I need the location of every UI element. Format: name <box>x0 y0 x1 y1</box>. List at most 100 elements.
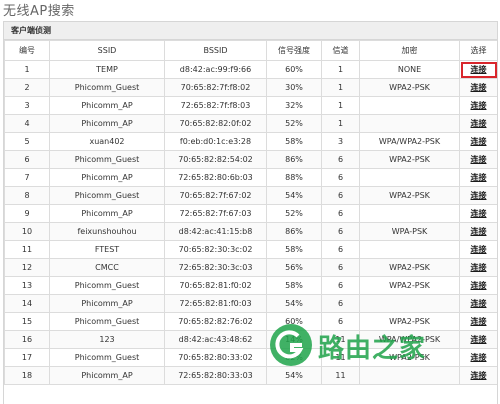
table-row: 7 Phicomm_AP 72:65:82:80:6b:03 88% 6 连接 <box>4 168 497 187</box>
row-number: 13 <box>4 276 50 295</box>
row-signal: 58% <box>266 240 322 259</box>
row-signal: 54% <box>266 294 322 313</box>
table-row: 17 Phicomm_Guest 70:65:82:80:33:02 62% 11 WPA… <box>4 348 497 367</box>
row-bssid: 72:65:82:30:3c:03 <box>164 258 267 277</box>
row-encryption <box>359 366 460 385</box>
row-select-cell: 连接 <box>459 330 497 349</box>
connect-link[interactable]: 连接 <box>471 119 487 128</box>
row-select-cell: 连接 <box>459 204 497 223</box>
row-select-cell: 连接 <box>459 78 497 97</box>
row-number: 4 <box>4 114 50 133</box>
row-bssid: 70:65:82:7f:f8:02 <box>164 78 267 97</box>
row-bssid: 70:65:82:82:76:02 <box>164 312 267 331</box>
table-row: 2 Phicomm_Guest 70:65:82:7f:f8:02 30% 1 WPA2-… <box>4 78 497 97</box>
row-bssid: 70:65:82:81:f0:02 <box>164 276 267 295</box>
connect-link[interactable]: 连接 <box>471 137 487 146</box>
row-channel: 1 <box>321 78 360 97</box>
row-signal: 56% <box>266 258 322 277</box>
row-signal: 32% <box>266 96 322 115</box>
connect-link[interactable]: 连接 <box>471 209 487 218</box>
table-row: 3 Phicomm_AP 72:65:82:7f:f8:03 32% 1 连接 <box>4 96 497 115</box>
row-bssid: 70:65:82:82:0f:02 <box>164 114 267 133</box>
table-header-row: 编号 SSID BSSID 信号强度 信道 加密 选择 <box>4 40 497 61</box>
row-ssid: Phicomm_Guest <box>49 150 165 169</box>
row-signal: 52% <box>266 204 322 223</box>
row-number: 2 <box>4 78 50 97</box>
row-number: 5 <box>4 132 50 151</box>
row-encryption: WPA2-PSK <box>359 186 460 205</box>
connect-link[interactable]: 连接 <box>471 155 487 164</box>
connect-link[interactable]: 连接 <box>471 83 487 92</box>
row-encryption: WPA/WPA2-PSK <box>359 330 460 349</box>
connect-link[interactable]: 连接 <box>471 65 487 74</box>
row-ssid: Phicomm_AP <box>49 294 165 313</box>
row-channel: 6 <box>321 240 360 259</box>
row-bssid: 70:65:82:80:33:02 <box>164 348 267 367</box>
row-number: 7 <box>4 168 50 187</box>
row-ssid: Phicomm_Guest <box>49 78 165 97</box>
table-row: 16 123 d8:42:ac:43:48:62 14% 11 WPA/WPA2-PSK 连… <box>4 330 497 349</box>
row-encryption: NONE <box>359 60 460 79</box>
row-ssid: Phicomm_AP <box>49 168 165 187</box>
connect-link[interactable]: 连接 <box>471 263 487 272</box>
table-row: 12 CMCC 72:65:82:30:3c:03 56% 6 WPA2-PSK 连接 <box>4 258 497 277</box>
row-bssid: 72:65:82:80:33:03 <box>164 366 267 385</box>
row-select-cell: 连接 <box>459 114 497 133</box>
row-bssid: 72:65:82:80:6b:03 <box>164 168 267 187</box>
connect-link[interactable]: 连接 <box>471 335 487 344</box>
row-select-cell: 连接 <box>459 168 497 187</box>
table-row: 1 TEMP d8:42:ac:99:f9:66 60% 1 NONE 连接 <box>4 60 497 79</box>
header-ssid: SSID <box>49 40 165 61</box>
connect-link[interactable]: 连接 <box>471 371 487 380</box>
header-select: 选择 <box>459 40 497 61</box>
row-signal: 54% <box>266 366 322 385</box>
table-row: 15 Phicomm_Guest 70:65:82:82:76:02 60% 6 WPA2… <box>4 312 497 331</box>
connect-link[interactable]: 连接 <box>471 191 487 200</box>
row-number: 9 <box>4 204 50 223</box>
row-select-cell: 连接 <box>459 294 497 313</box>
row-channel: 11 <box>321 348 360 367</box>
row-number: 6 <box>4 150 50 169</box>
connect-link[interactable]: 连接 <box>471 281 487 290</box>
row-number: 1 <box>4 60 50 79</box>
row-channel: 3 <box>321 132 360 151</box>
row-select-cell: 连接 <box>459 366 497 385</box>
connect-link[interactable]: 连接 <box>471 317 487 326</box>
row-number: 10 <box>4 222 50 241</box>
header-encryption: 加密 <box>359 40 460 61</box>
connect-link[interactable]: 连接 <box>471 173 487 182</box>
row-channel: 11 <box>321 366 360 385</box>
header-bssid: BSSID <box>164 40 267 61</box>
row-channel: 6 <box>321 204 360 223</box>
row-signal: 62% <box>266 348 322 367</box>
client-detection-panel: 客户端侦测 编号 SSID BSSID 信号强度 信道 加密 选择 1 TEMP d… <box>3 21 498 404</box>
connect-link[interactable]: 连接 <box>471 353 487 362</box>
row-ssid: Phicomm_AP <box>49 366 165 385</box>
row-ssid: feixunshouhou <box>49 222 165 241</box>
row-ssid: 123 <box>49 330 165 349</box>
row-bssid: d8:42:ac:99:f9:66 <box>164 60 267 79</box>
row-encryption <box>359 240 460 259</box>
row-signal: 60% <box>266 312 322 331</box>
row-select-cell: 连接 <box>459 132 497 151</box>
row-bssid: 70:65:82:82:54:02 <box>164 150 267 169</box>
row-ssid: FTEST <box>49 240 165 259</box>
table-row: 13 Phicomm_Guest 70:65:82:81:f0:02 58% 6 WPA2… <box>4 276 497 295</box>
row-ssid: Phicomm_AP <box>49 114 165 133</box>
row-encryption: WPA/WPA2-PSK <box>359 132 460 151</box>
row-ssid: Phicomm_AP <box>49 96 165 115</box>
row-ssid: TEMP <box>49 60 165 79</box>
row-signal: 60% <box>266 60 322 79</box>
row-channel: 1 <box>321 96 360 115</box>
connect-link[interactable]: 连接 <box>471 101 487 110</box>
table-row: 9 Phicomm_AP 72:65:82:7f:67:03 52% 6 连接 <box>4 204 497 223</box>
connect-link[interactable]: 连接 <box>471 299 487 308</box>
row-bssid: 72:65:82:7f:f8:03 <box>164 96 267 115</box>
connect-link[interactable]: 连接 <box>471 245 487 254</box>
row-encryption: WPA2-PSK <box>359 150 460 169</box>
row-select-cell: 连接 <box>459 96 497 115</box>
connect-link[interactable]: 连接 <box>471 227 487 236</box>
table-row: 14 Phicomm_AP 72:65:82:81:f0:03 54% 6 连接 <box>4 294 497 313</box>
row-channel: 11 <box>321 330 360 349</box>
table-row: 18 Phicomm_AP 72:65:82:80:33:03 54% 11 连接 <box>4 366 497 385</box>
